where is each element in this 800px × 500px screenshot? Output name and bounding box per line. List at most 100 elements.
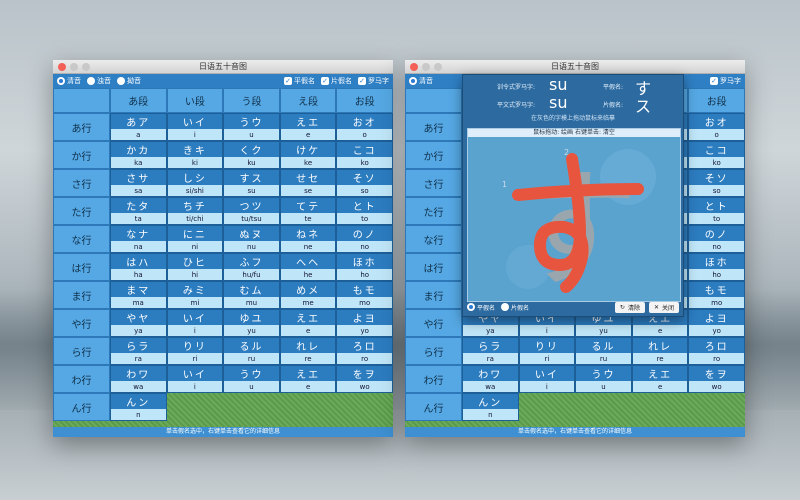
kana-cell[interactable]: かカka xyxy=(110,141,167,169)
kana-cell[interactable]: ろロ ro xyxy=(688,337,745,365)
kana-cell[interactable]: こコ ko xyxy=(336,141,393,169)
kana-cell[interactable]: わワ wa xyxy=(110,365,167,393)
kana-cell[interactable]: そソ so xyxy=(336,169,393,197)
kana-cell[interactable]: つツtu/tsu xyxy=(223,197,280,225)
kana-cell[interactable]: ねネne xyxy=(279,225,337,253)
kana-cell[interactable]: れレ re xyxy=(279,337,337,365)
kana-cell[interactable]: まマma xyxy=(110,281,167,309)
kana-cell[interactable]: むムmu xyxy=(223,281,280,309)
romaji-text: re xyxy=(632,353,688,364)
kana-cell[interactable]: うウu xyxy=(575,365,632,393)
checkmark-icon: ✓ xyxy=(358,77,366,85)
kana-cell[interactable]: おオ o xyxy=(336,113,393,141)
kana-cell[interactable]: そソ so xyxy=(688,169,745,197)
kana-cell[interactable]: えエe xyxy=(279,365,337,393)
kana-cell[interactable]: ふフhu/fu xyxy=(223,253,280,281)
kana-cell[interactable]: ちチti/chi xyxy=(166,197,224,225)
kana-cell[interactable]: こコ ko xyxy=(688,141,745,169)
kana-cell[interactable]: めメme xyxy=(279,281,337,309)
canvas-svg[interactable]: す 1 2 xyxy=(468,137,680,301)
kana-cell[interactable]: いイi xyxy=(518,365,576,393)
kana-cell[interactable]: れレ re xyxy=(631,337,689,365)
kana-cell[interactable]: ほホ ho xyxy=(688,253,745,281)
kana-cell[interactable]: わワ wa xyxy=(462,365,519,393)
kana-cell[interactable]: るル ru xyxy=(575,337,632,365)
zoom-window-button[interactable] xyxy=(434,63,442,71)
kana-cell[interactable]: えエe xyxy=(279,309,337,337)
kana-cell[interactable]: ぬヌnu xyxy=(223,225,280,253)
kana-cell[interactable]: よヨ yo xyxy=(688,309,745,337)
clear-button[interactable]: ↻ 清除 xyxy=(614,301,645,313)
kana-cell[interactable]: あアa xyxy=(110,113,167,141)
kana-cell[interactable]: みミmi xyxy=(166,281,224,309)
kana-cell[interactable]: をヲ wo xyxy=(688,365,745,393)
radio-popup-hiragana[interactable]: 平假名 xyxy=(467,303,495,312)
kana-cell[interactable]: をヲ wo xyxy=(336,365,393,393)
kana-cell[interactable]: えエe xyxy=(631,365,689,393)
close-window-button[interactable] xyxy=(58,63,66,71)
kana-cell[interactable]: おオ o xyxy=(688,113,745,141)
kana-cell[interactable]: やヤ ya xyxy=(110,309,167,337)
checkmark-icon: ✓ xyxy=(284,77,292,85)
radio-youon[interactable]: 拗音 xyxy=(117,76,141,86)
drawing-canvas[interactable]: 鼠标拖动: 绘画 右键单击: 清空 す 1 2 xyxy=(467,128,681,302)
kana-cell[interactable]: すスsu xyxy=(223,169,280,197)
kana-cell[interactable]: いイi xyxy=(166,113,224,141)
kana-cell[interactable]: ろロ ro xyxy=(336,337,393,365)
minimize-window-button[interactable] xyxy=(422,63,430,71)
kana-cell[interactable]: うウu xyxy=(223,113,280,141)
kana-cell[interactable]: らラ ra xyxy=(110,337,167,365)
kana-cell[interactable]: くクku xyxy=(223,141,280,169)
radio-dot-icon xyxy=(409,77,417,85)
kana-cell[interactable]: せセse xyxy=(279,169,337,197)
kana-cell[interactable]: もモ mo xyxy=(336,281,393,309)
close-window-button[interactable] xyxy=(410,63,418,71)
check-katakana[interactable]: ✓ 片假名 xyxy=(321,76,352,86)
kana-cell[interactable]: いイi xyxy=(166,365,224,393)
kana-cell[interactable]: りリ ri xyxy=(166,337,224,365)
kana-text: なナ xyxy=(126,230,151,241)
kana-cell[interactable]: さサsa xyxy=(110,169,167,197)
check-hiragana[interactable]: ✓ 平假名 xyxy=(284,76,315,86)
kana-cell[interactable]: ひヒhi xyxy=(166,253,224,281)
kana-cell[interactable]: しシsi/shi xyxy=(166,169,224,197)
kana-cell[interactable]: てテte xyxy=(279,197,337,225)
kana-cell[interactable]: とト to xyxy=(336,197,393,225)
radio-popup-katakana[interactable]: 片假名 xyxy=(501,303,529,312)
kana-cell[interactable]: はハha xyxy=(110,253,167,281)
kana-cell[interactable]: なナna xyxy=(110,225,167,253)
kana-cell[interactable]: にニni xyxy=(166,225,224,253)
kana-cell[interactable]: いイi xyxy=(166,309,224,337)
check-romaji[interactable]: ✓ 罗马字 xyxy=(710,76,741,86)
kana-cell[interactable]: りリ ri xyxy=(518,337,576,365)
radio-seion[interactable]: 清音 xyxy=(409,76,433,86)
kana-text: せセ xyxy=(296,174,321,185)
kana-cell[interactable]: もモ mo xyxy=(688,281,745,309)
kana-cell[interactable]: んン n xyxy=(110,393,167,421)
minimize-window-button[interactable] xyxy=(70,63,78,71)
radio-seion[interactable]: 清音 xyxy=(57,76,81,86)
romaji-text: n xyxy=(111,409,166,420)
check-romaji[interactable]: ✓ 罗马字 xyxy=(358,76,389,86)
kana-cell[interactable]: のノ no xyxy=(336,225,393,253)
kana-cell[interactable]: とト to xyxy=(688,197,745,225)
kana-cell[interactable]: うウu xyxy=(223,365,280,393)
kana-cell[interactable]: けケke xyxy=(279,141,337,169)
kana-cell[interactable]: ゆユ yu xyxy=(223,309,280,337)
radio-dakuon[interactable]: 浊音 xyxy=(87,76,111,86)
kana-text: むム xyxy=(239,286,264,297)
kana-cell[interactable]: のノ no xyxy=(688,225,745,253)
kana-cell[interactable]: へヘhe xyxy=(279,253,337,281)
kana-cell[interactable]: たタta xyxy=(110,197,167,225)
kana-cell[interactable]: るル ru xyxy=(223,337,280,365)
kana-cell[interactable]: えエe xyxy=(279,113,337,141)
close-popup-button[interactable]: ✕ 关闭 xyxy=(648,301,679,313)
kana-cell[interactable]: んン n xyxy=(462,393,519,421)
romaji-text: tu/tsu xyxy=(224,213,279,224)
zoom-window-button[interactable] xyxy=(82,63,90,71)
kana-cell[interactable]: らラ ra xyxy=(462,337,519,365)
kana-cell[interactable]: よヨ yo xyxy=(336,309,393,337)
kana-cell[interactable]: きキki xyxy=(166,141,224,169)
kana-cell[interactable]: ほホ ho xyxy=(336,253,393,281)
kana-text: きキ xyxy=(182,146,207,157)
